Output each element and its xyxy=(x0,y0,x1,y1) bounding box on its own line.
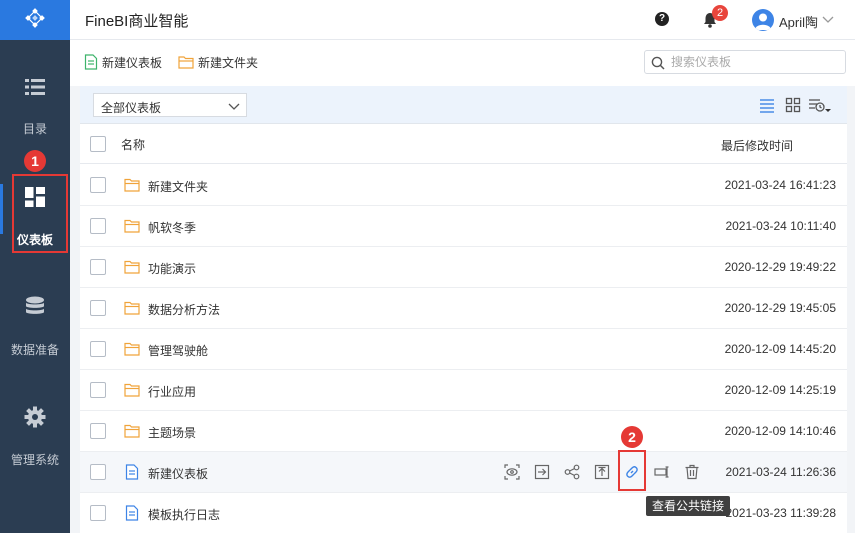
row-name: 行业应用 xyxy=(148,385,197,399)
search-input[interactable] xyxy=(671,54,841,70)
user-name[interactable]: April陶 xyxy=(779,12,818,31)
annotation-box-2 xyxy=(618,450,646,491)
row-checkbox[interactable] xyxy=(90,218,106,234)
new-folder-label: 新建文件夹 xyxy=(198,55,259,70)
sidebar-item-catalog[interactable]: 目录 xyxy=(0,62,70,142)
row-checkbox[interactable] xyxy=(90,177,106,193)
row-time: 2020-12-09 14:45:20 xyxy=(724,342,836,356)
chevron-down-icon xyxy=(228,103,240,110)
share-icon[interactable] xyxy=(564,464,580,480)
row-time: 2021-03-24 11:26:36 xyxy=(725,465,836,479)
filter-selected-value: 全部仪表板 xyxy=(101,101,162,115)
database-icon xyxy=(26,296,44,314)
folder-icon xyxy=(124,260,140,274)
row-checkbox[interactable] xyxy=(90,505,106,521)
filter-bar: 全部仪表板 xyxy=(80,86,847,124)
row-checkbox[interactable] xyxy=(90,382,106,398)
table-row[interactable]: 新建文件夹 2021-03-24 16:41:23 xyxy=(80,165,847,206)
table-row[interactable]: 新建仪表板 2021-03-24 11:26:36 xyxy=(80,452,847,493)
row-time: 2021-03-24 10:11:40 xyxy=(725,219,836,233)
row-name: 数据分析方法 xyxy=(148,303,221,317)
sidebar: 目录 仪表板 数据准备 管理系统 xyxy=(0,0,70,533)
row-name: 管理驾驶舱 xyxy=(148,344,209,358)
row-checkbox[interactable] xyxy=(90,341,106,357)
avatar[interactable] xyxy=(752,9,774,31)
chevron-down-icon[interactable] xyxy=(822,13,834,25)
new-dashboard-button[interactable]: 新建仪表板 xyxy=(84,53,162,71)
sidebar-item-admin[interactable]: 管理系统 xyxy=(0,394,70,474)
finebi-logo-icon xyxy=(25,8,45,28)
select-all-checkbox[interactable] xyxy=(90,136,106,152)
notification-badge: 2 xyxy=(712,5,728,21)
row-checkbox[interactable] xyxy=(90,464,106,480)
table-row[interactable]: 管理驾驶舱 2020-12-09 14:45:20 xyxy=(80,329,847,370)
sidebar-item-label: 管理系统 xyxy=(10,453,59,467)
delete-icon[interactable] xyxy=(684,464,700,480)
gear-icon xyxy=(24,406,46,428)
row-time: 2020-12-09 14:25:19 xyxy=(724,383,836,397)
row-time: 2020-12-29 19:49:22 xyxy=(724,260,836,274)
folder-icon xyxy=(124,301,140,315)
table-header: 名称 最后修改时间 xyxy=(80,124,847,164)
table-row[interactable]: 功能演示 2020-12-29 19:49:22 xyxy=(80,247,847,288)
folder-icon xyxy=(124,178,140,192)
row-checkbox[interactable] xyxy=(90,300,106,316)
dashboard-list-panel: 全部仪表板 名称 最后修改时间 新建文件夹 2021-03-24 16:41:2… xyxy=(80,86,847,533)
user-icon xyxy=(755,13,771,30)
dashboard-file-icon xyxy=(125,505,139,521)
export-icon[interactable] xyxy=(594,464,610,480)
grid-view-icon[interactable] xyxy=(785,97,801,113)
sort-icon[interactable] xyxy=(808,97,832,113)
row-name: 新建文件夹 xyxy=(148,180,209,194)
new-dashboard-icon xyxy=(84,54,98,70)
move-icon[interactable] xyxy=(534,464,550,480)
search-box xyxy=(644,50,846,74)
link-tooltip: 查看公共链接 xyxy=(646,496,730,516)
preview-icon[interactable] xyxy=(504,464,520,480)
new-folder-icon xyxy=(178,56,194,69)
row-name: 帆软冬季 xyxy=(148,221,197,235)
logo[interactable] xyxy=(0,0,70,40)
table-row[interactable]: 模板执行日志 2021-03-23 11:39:28 xyxy=(80,493,847,533)
app-title: FineBI商业智能 xyxy=(85,13,189,30)
row-name: 模板执行日志 xyxy=(148,508,221,522)
new-dashboard-label: 新建仪表板 xyxy=(102,55,163,70)
row-checkbox[interactable] xyxy=(90,423,106,439)
table-row[interactable]: 数据分析方法 2020-12-29 19:45:05 xyxy=(80,288,847,329)
folder-icon xyxy=(124,383,140,397)
table-row[interactable]: 主题场景 2020-12-09 14:10:46 xyxy=(80,411,847,452)
rename-icon[interactable] xyxy=(654,464,670,480)
folder-icon xyxy=(124,424,140,438)
list-view-icon[interactable] xyxy=(759,97,775,113)
table-row[interactable]: 行业应用 2020-12-09 14:25:19 xyxy=(80,370,847,411)
help-icon[interactable]: ? xyxy=(655,12,669,26)
annotation-number-1: 1 xyxy=(24,150,46,172)
row-checkbox[interactable] xyxy=(90,259,106,275)
table-row[interactable]: 帆软冬季 2021-03-24 10:11:40 xyxy=(80,206,847,247)
column-modified-time: 最后修改时间 xyxy=(721,139,794,153)
row-name: 主题场景 xyxy=(148,426,197,440)
new-folder-button[interactable]: 新建文件夹 xyxy=(178,53,258,71)
row-time: 2021-03-24 16:41:23 xyxy=(724,178,836,192)
sidebar-item-label: 目录 xyxy=(22,122,47,136)
row-name: 功能演示 xyxy=(148,262,197,276)
folder-icon xyxy=(124,219,140,233)
sidebar-item-label: 数据准备 xyxy=(10,343,59,357)
toolbar: 新建仪表板 新建文件夹 xyxy=(70,40,855,86)
dashboard-file-icon xyxy=(125,464,139,480)
row-name: 新建仪表板 xyxy=(148,467,209,481)
sidebar-item-data-prep[interactable]: 数据准备 xyxy=(0,284,70,364)
row-time: 2020-12-09 14:10:46 xyxy=(724,424,836,438)
search-icon xyxy=(651,56,665,70)
dashboard-filter-select[interactable]: 全部仪表板 xyxy=(93,93,247,117)
list-icon xyxy=(25,79,45,95)
column-name: 名称 xyxy=(121,138,146,152)
row-time: 2021-03-23 11:39:28 xyxy=(725,506,836,520)
folder-icon xyxy=(124,342,140,356)
top-header: FineBI商业智能 ? 2 April陶 xyxy=(70,0,855,40)
annotation-number-2: 2 xyxy=(621,426,643,448)
row-time: 2020-12-29 19:45:05 xyxy=(724,301,836,315)
annotation-box-1 xyxy=(12,174,68,253)
